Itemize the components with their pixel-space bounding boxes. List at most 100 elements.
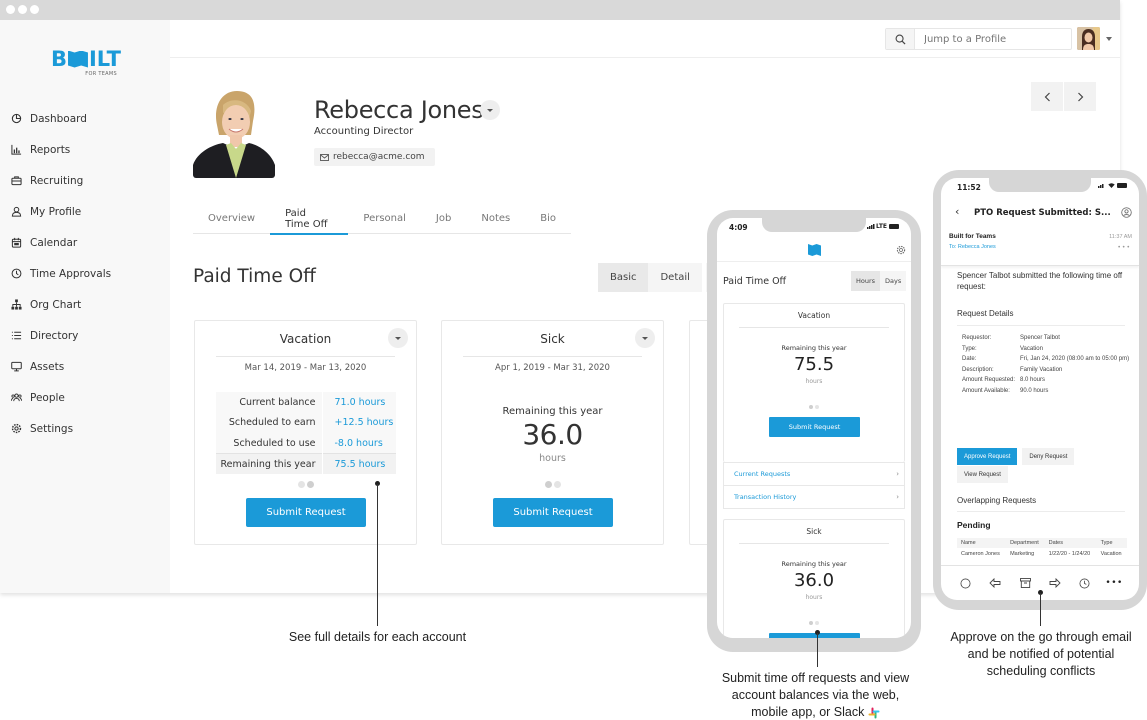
logo-letters: ILT [88,47,121,71]
tab-overview[interactable]: Overview [193,203,270,234]
profile-name: Rebecca Jones [314,96,484,124]
sidebar-nav: Dashboard Reports Recruiting My Profile … [0,103,170,444]
tab-paid-time-off[interactable]: Paid Time Off [270,203,349,235]
view-request-button[interactable]: View Request [957,466,1008,483]
back-chevron-icon[interactable]: ‹ [955,205,959,218]
sidebar-item-dashboard[interactable]: Dashboard [0,103,170,134]
carousel-dots [442,481,663,488]
pending-title: Pending [957,520,991,530]
window-close-button[interactable] [6,5,15,14]
chevron-right-icon: › [896,470,899,478]
days-toggle-button[interactable]: Days [880,271,907,291]
forward-icon[interactable] [1048,578,1062,588]
tab-job[interactable]: Job [421,203,466,234]
sidebar-item-label: Org Chart [30,298,82,311]
mobile-sick-card: Sick Remaining this year 36.0 hours Subm… [723,519,905,638]
carousel-dot[interactable] [815,621,819,625]
balance-value: 75.5 hours [322,453,396,474]
card-menu-button[interactable] [388,328,408,348]
table-row: Type: Vacation [962,344,1130,355]
built-for-teams-logo[interactable]: B ILT FOR TEAMS [51,48,121,77]
settings-gear-icon[interactable] [896,245,906,255]
remaining-value: 36.0 [522,418,583,451]
carousel-dot[interactable] [809,621,813,625]
previous-profile-button[interactable] [1031,82,1063,111]
monitor-icon [10,361,22,373]
sidebar-item-my-profile[interactable]: My Profile [0,196,170,227]
approve-request-button[interactable]: Approve Request [957,448,1018,465]
search-button[interactable] [886,29,915,49]
sidebar-item-recruiting[interactable]: Recruiting [0,165,170,196]
sidebar-item-people[interactable]: People [0,382,170,413]
balance-label: Remaining this year [216,453,323,474]
user-icon [10,206,22,218]
sidebar-item-time-approvals[interactable]: Time Approvals [0,258,170,289]
submit-request-button[interactable]: Submit Request [246,498,366,527]
sidebar-item-label: Settings [30,422,74,435]
tab-bio[interactable]: Bio [525,203,571,234]
units-toggle: Hours Days [851,271,907,291]
sidebar-item-org-chart[interactable]: Org Chart [0,289,170,320]
user-avatar[interactable] [1077,27,1100,50]
carousel-dot[interactable] [306,481,314,488]
sidebar-item-directory[interactable]: Directory [0,320,170,351]
carousel-dot[interactable] [809,405,813,409]
link-label: Transaction History [734,493,797,501]
sidebar-item-calendar[interactable]: Calendar [0,227,170,258]
sidebar-item-label: Reports [30,143,71,156]
submit-request-button[interactable]: Submit Request [769,417,860,437]
user-avatar-image [1077,27,1100,50]
next-profile-button[interactable] [1064,82,1096,111]
annotation-line [377,484,378,626]
view-toggle: Basic Detail [598,263,716,292]
table-row: Current balance 71.0 hours [216,392,396,413]
annotation-line [1040,593,1041,626]
profile-actions-button[interactable] [480,100,500,120]
flag-circle-icon[interactable] [959,578,973,589]
snooze-clock-icon[interactable] [1077,578,1091,589]
wifi-icon [1108,183,1115,188]
card-menu-button[interactable] [635,328,655,348]
chevron-right-icon [1077,92,1083,101]
deny-request-button[interactable]: Deny Request [1022,448,1075,465]
balance-label: Scheduled to use [216,433,323,454]
reply-icon[interactable] [988,578,1002,588]
list-icon [10,330,22,342]
more-dots-icon[interactable]: ••• [1117,244,1131,251]
table-cell: 1/22/20 - 1/24/20 [1048,551,1091,557]
transaction-history-link[interactable]: Transaction History › [724,485,904,508]
contact-icon[interactable] [1121,207,1132,218]
profile-search [885,28,1072,50]
window-maximize-button[interactable] [30,5,39,14]
card-date-range: Apr 1, 2019 - Mar 31, 2020 [495,363,610,373]
more-icon[interactable]: ••• [1105,578,1122,588]
carousel-dot[interactable] [544,481,552,488]
archive-icon[interactable] [1018,578,1032,588]
carousel-dot[interactable] [553,481,561,488]
submit-request-button[interactable]: Submit Request [493,498,613,527]
sidebar-item-label: Time Approvals [30,267,112,280]
current-requests-link[interactable]: Current Requests › [724,462,904,485]
detail-value: 8.0 hours [1020,377,1046,383]
window-minimize-button[interactable] [18,5,27,14]
carousel-dot[interactable] [297,481,305,488]
view-basic-button[interactable]: Basic [598,263,649,292]
sidebar-item-reports[interactable]: Reports [0,134,170,165]
annotation-mobile-label: Submit time off requests and view accoun… [721,671,910,719]
view-detail-button[interactable]: Detail [648,263,702,292]
carousel-dots [724,405,904,409]
card-divider [216,356,395,357]
hours-toggle-button[interactable]: Hours [851,271,881,291]
sidebar-item-label: Calendar [30,236,78,249]
column-header: Type [1096,538,1127,548]
user-menu-caret-icon[interactable] [1106,37,1112,41]
profile-search-input[interactable] [915,29,1071,49]
sidebar-item-settings[interactable]: Settings [0,413,170,444]
profile-email-chip[interactable]: rebecca@acme.com [314,148,435,166]
tab-personal[interactable]: Personal [348,203,421,234]
column-header: Dates [1044,538,1097,548]
sidebar-item-assets[interactable]: Assets [0,351,170,382]
tab-notes[interactable]: Notes [466,203,525,234]
carousel-dot[interactable] [815,405,819,409]
email-recipient[interactable]: To: Rebecca Jones [949,244,996,250]
